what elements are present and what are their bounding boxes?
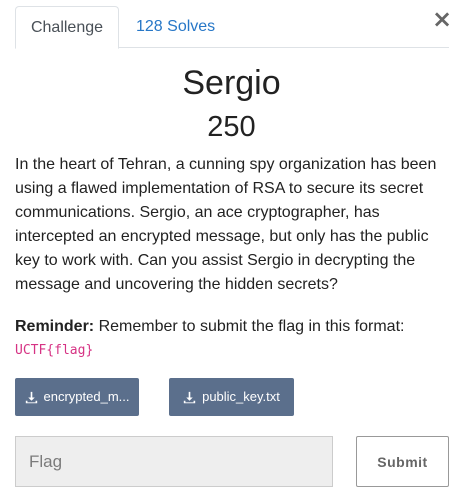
reminder-text: Reminder: Remember to submit the flag in… xyxy=(15,315,447,339)
flag-input[interactable] xyxy=(15,436,333,487)
challenge-title: Sergio xyxy=(182,64,281,102)
download-icon xyxy=(25,391,37,403)
challenge-tabs: Challenge 128 Solves xyxy=(15,6,449,49)
tab-solves[interactable]: 128 Solves xyxy=(119,6,232,49)
file-label: public_key.txt xyxy=(202,389,280,404)
download-encrypted-message-button[interactable]: encrypted_m... xyxy=(15,378,139,416)
tab-challenge[interactable]: Challenge xyxy=(15,6,119,49)
submit-button[interactable]: Submit xyxy=(356,436,449,487)
reminder-label: Reminder: xyxy=(15,318,95,335)
download-public-key-button[interactable]: public_key.txt xyxy=(169,378,294,416)
challenge-description: In the heart of Tehran, a cunning spy or… xyxy=(15,156,437,293)
reminder-message: Remember to submit the flag in this form… xyxy=(94,318,405,335)
close-icon[interactable]: × xyxy=(432,7,452,31)
challenge-points: 250 xyxy=(207,111,256,143)
file-label: encrypted_m... xyxy=(43,389,130,404)
flag-format-code: UCTF{flag} xyxy=(15,343,94,358)
download-icon xyxy=(183,391,196,403)
